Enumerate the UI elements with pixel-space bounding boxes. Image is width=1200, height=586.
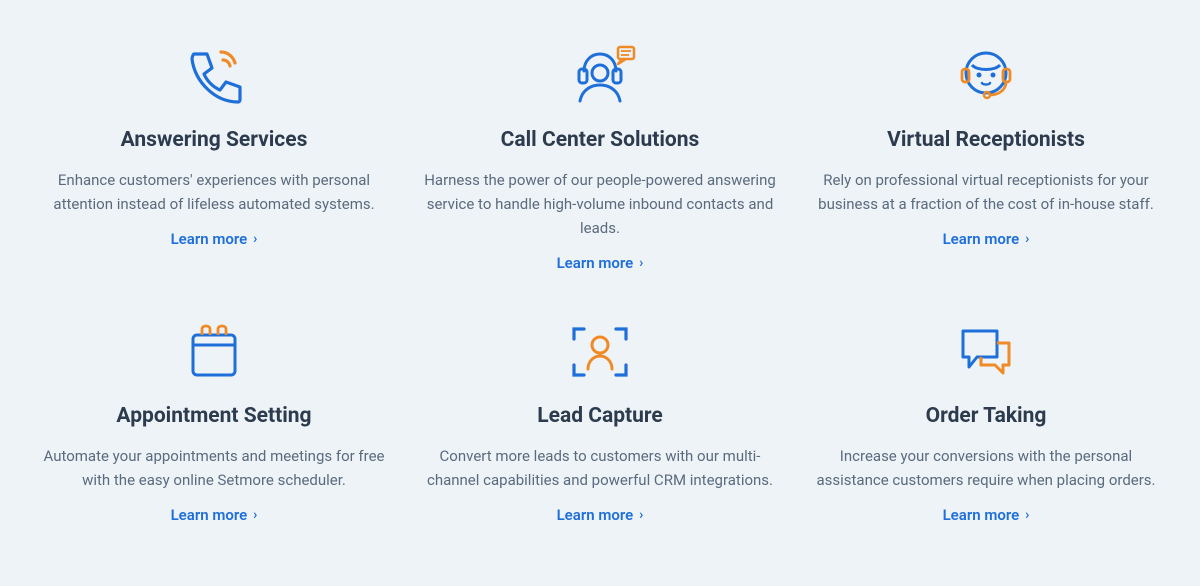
chevron-right-icon: › xyxy=(1025,231,1029,247)
headset-agent-icon xyxy=(564,44,636,108)
card-description: Harness the power of our people-powered … xyxy=(422,168,778,240)
card-title: Appointment Setting xyxy=(116,404,311,428)
learn-more-link[interactable]: Learn more › xyxy=(557,506,644,524)
chevron-right-icon: › xyxy=(639,255,643,271)
learn-more-link[interactable]: Learn more › xyxy=(943,230,1030,248)
card-description: Enhance customers' experiences with pers… xyxy=(36,168,392,216)
card-description: Convert more leads to customers with our… xyxy=(422,444,778,492)
card-title: Lead Capture xyxy=(537,404,662,428)
chevron-right-icon: › xyxy=(1025,507,1029,523)
learn-more-link[interactable]: Learn more › xyxy=(171,506,258,524)
chevron-right-icon: › xyxy=(253,231,257,247)
service-card-virtual-receptionist: Virtual Receptionists Rely on profession… xyxy=(808,44,1164,272)
learn-more-label: Learn more xyxy=(943,230,1020,248)
learn-more-label: Learn more xyxy=(943,506,1020,524)
services-grid: Answering Services Enhance customers' ex… xyxy=(0,0,1200,524)
service-card-lead-capture: Lead Capture Convert more leads to custo… xyxy=(422,320,778,524)
learn-more-label: Learn more xyxy=(171,506,248,524)
calendar-icon xyxy=(185,320,243,384)
service-card-order-taking: Order Taking Increase your conversions w… xyxy=(808,320,1164,524)
card-description: Automate your appointments and meetings … xyxy=(36,444,392,492)
card-title: Call Center Solutions xyxy=(501,128,700,152)
learn-more-link[interactable]: Learn more › xyxy=(943,506,1030,524)
card-title: Order Taking xyxy=(926,404,1047,428)
learn-more-label: Learn more xyxy=(171,230,248,248)
chevron-right-icon: › xyxy=(639,507,643,523)
learn-more-label: Learn more xyxy=(557,506,634,524)
learn-more-label: Learn more xyxy=(557,254,634,272)
card-title: Answering Services xyxy=(121,128,308,152)
service-card-answering: Answering Services Enhance customers' ex… xyxy=(36,44,392,272)
focus-person-icon xyxy=(568,320,632,384)
service-card-appointment: Appointment Setting Automate your appoin… xyxy=(36,320,392,524)
chat-bubbles-icon xyxy=(955,320,1017,384)
chevron-right-icon: › xyxy=(253,507,257,523)
receptionist-headset-icon xyxy=(955,44,1017,108)
card-description: Rely on professional virtual receptionis… xyxy=(808,168,1164,216)
card-title: Virtual Receptionists xyxy=(887,128,1085,152)
service-card-call-center: Call Center Solutions Harness the power … xyxy=(422,44,778,272)
card-description: Increase your conversions with the perso… xyxy=(808,444,1164,492)
learn-more-link[interactable]: Learn more › xyxy=(171,230,258,248)
phone-icon xyxy=(183,44,245,108)
learn-more-link[interactable]: Learn more › xyxy=(557,254,644,272)
